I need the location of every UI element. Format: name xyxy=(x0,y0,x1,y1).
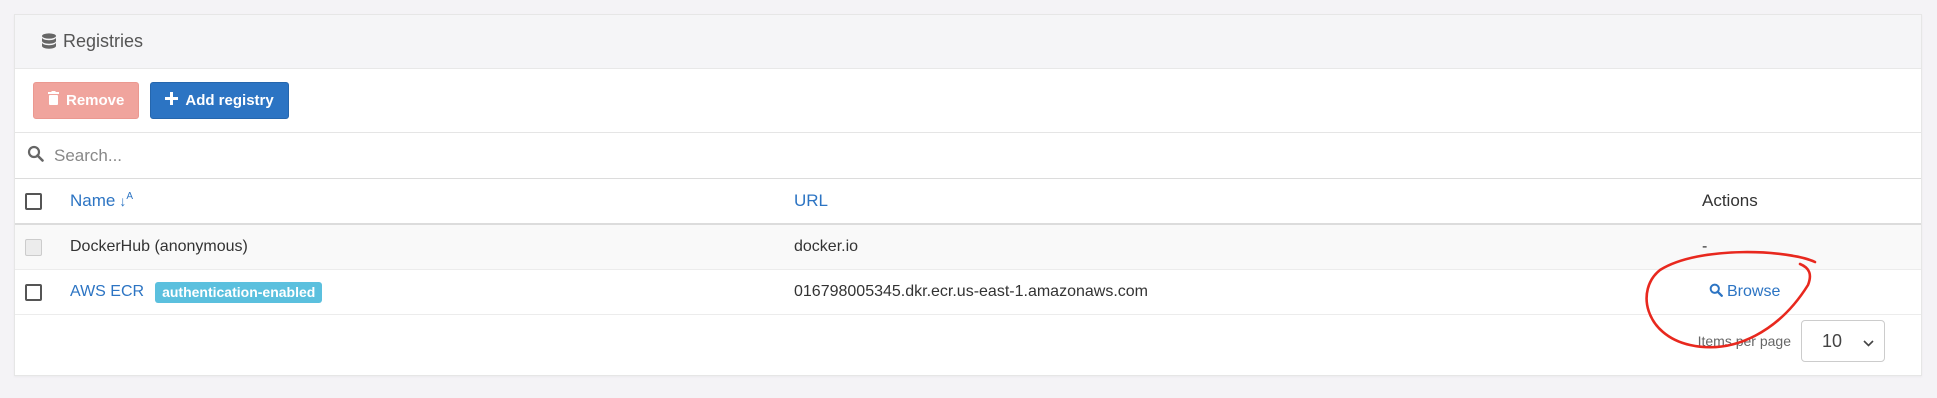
row-checkbox[interactable] xyxy=(25,283,42,301)
browse-button[interactable]: Browse xyxy=(1709,283,1780,302)
chevron-down-icon xyxy=(1863,331,1874,352)
remove-button[interactable]: Remove xyxy=(33,82,140,119)
select-all-checkbox[interactable] xyxy=(25,192,42,210)
add-registry-button-label: Add registry xyxy=(185,92,274,109)
registry-name-link[interactable]: AWS ECR xyxy=(70,283,144,301)
pagination-footer: Items per page 10 xyxy=(15,315,1921,367)
add-registry-button[interactable]: Add registry xyxy=(150,82,289,119)
sort-alpha-icon: ↓A xyxy=(119,191,134,209)
search-icon xyxy=(27,145,44,167)
remove-button-label: Remove xyxy=(66,92,125,109)
table-row: DockerHub (anonymous) docker.io - xyxy=(15,225,1921,270)
trash-icon xyxy=(48,91,59,110)
search-input[interactable] xyxy=(52,144,1556,167)
registries-panel: Registries Remove Add registry Name↓A xyxy=(14,14,1922,376)
table-row: AWS ECR authentication-enabled 016798005… xyxy=(15,270,1921,315)
registry-name: DockerHub (anonymous) xyxy=(70,238,248,255)
registry-url: docker.io xyxy=(794,238,859,255)
plus-icon xyxy=(165,91,179,110)
panel-header: Registries xyxy=(15,15,1921,69)
url-column-header[interactable]: URL xyxy=(794,191,828,210)
row-checkbox-disabled xyxy=(25,238,42,256)
toolbar: Remove Add registry xyxy=(15,69,1921,133)
items-per-page-value: 10 xyxy=(1822,330,1843,351)
no-action-dash: - xyxy=(1702,238,1708,255)
panel-title: Registries xyxy=(63,31,144,51)
browse-button-label: Browse xyxy=(1727,283,1781,300)
actions-column-header: Actions xyxy=(1702,191,1758,210)
items-per-page-select[interactable]: 10 xyxy=(1801,320,1885,362)
search-bar xyxy=(15,133,1921,179)
items-per-page-label: Items per page xyxy=(1697,333,1791,349)
authentication-badge: authentication-enabled xyxy=(155,281,323,303)
name-column-header[interactable]: Name ↓A xyxy=(70,191,133,211)
search-icon xyxy=(1709,283,1723,302)
table-header: Name ↓A URL Actions xyxy=(15,179,1921,225)
registry-url: 016798005345.dkr.ecr.us-east-1.amazonaws… xyxy=(794,283,1148,300)
database-icon xyxy=(41,32,57,51)
